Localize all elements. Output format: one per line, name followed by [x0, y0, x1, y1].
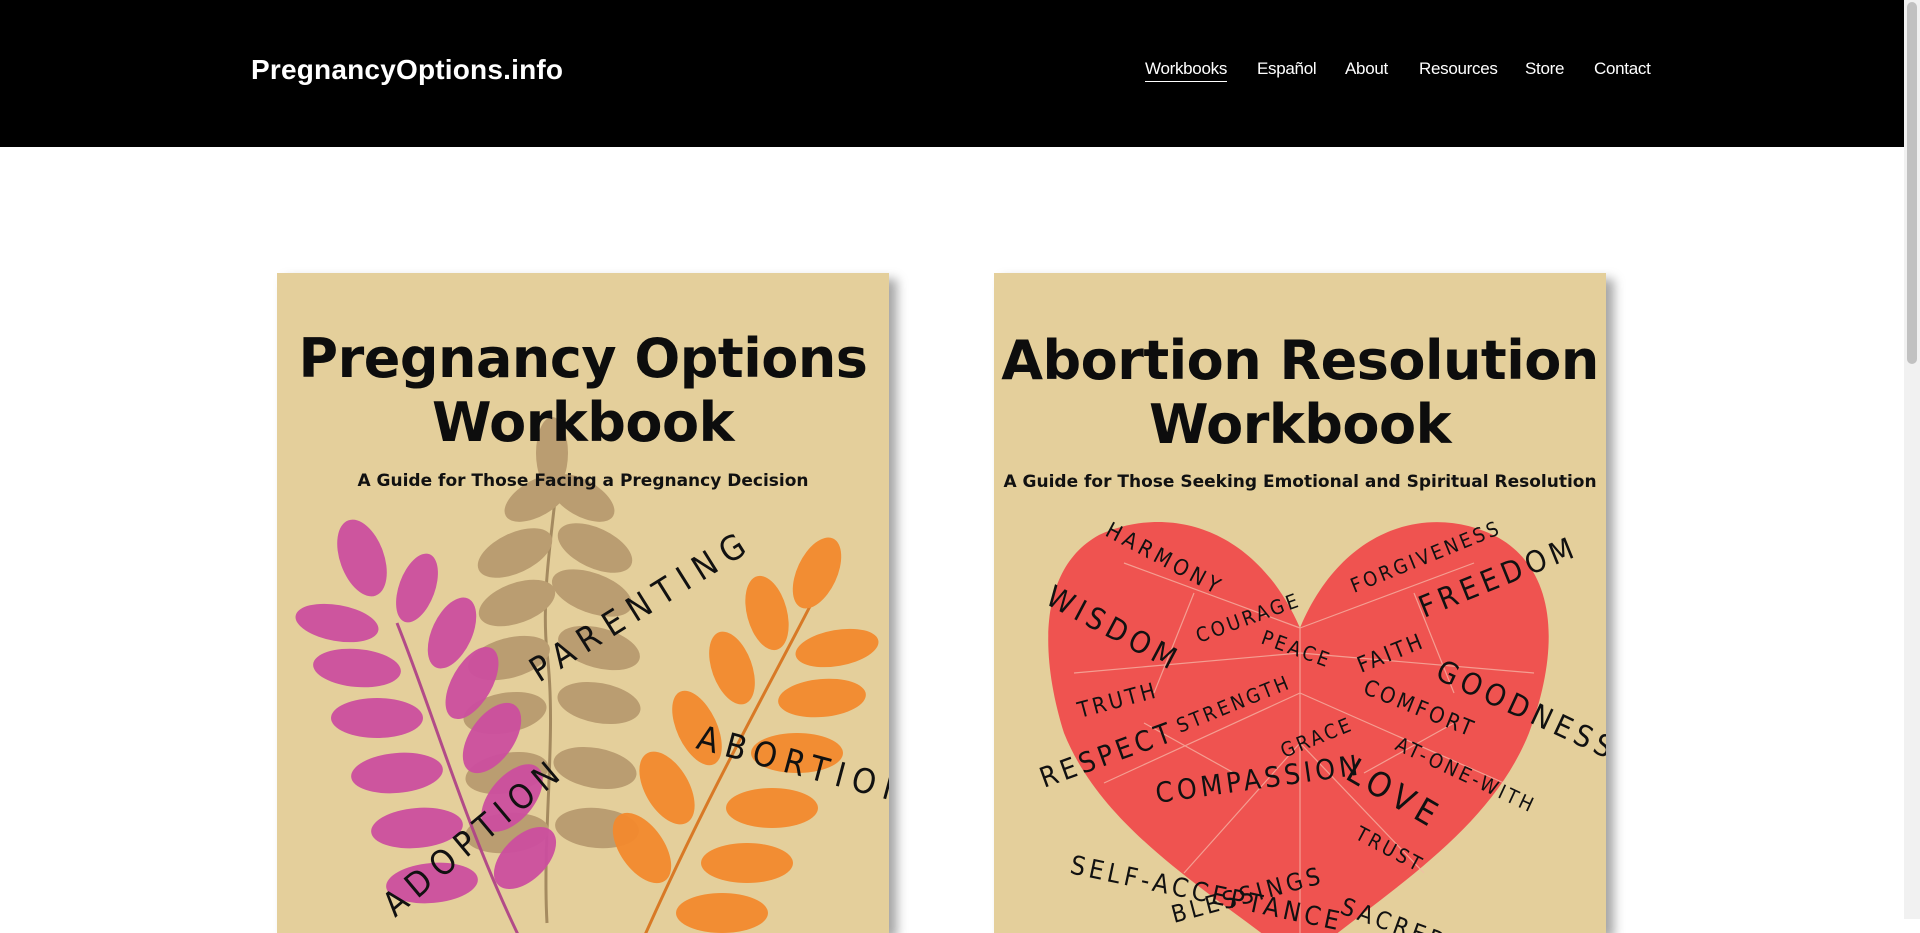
nav-store[interactable]: Store — [1525, 59, 1564, 79]
site-header: PregnancyOptions.info Workbooks Español … — [0, 0, 1904, 147]
cover-word: SACRED — [1337, 892, 1453, 933]
book-subtitle: A Guide for Those Seeking Emotional and … — [1003, 472, 1597, 492]
book-title-line1: Pregnancy Options — [298, 327, 868, 390]
pregnancy-options-workbook-cover[interactable]: PARENTING ABORTION ADOPTION Pregnancy Op… — [277, 273, 889, 933]
nav-resources[interactable]: Resources — [1419, 59, 1498, 79]
scrollbar-thumb[interactable] — [1907, 2, 1917, 364]
nav-espanol[interactable]: Español — [1257, 59, 1317, 79]
book-title-line2: Workbook — [431, 391, 735, 454]
vertical-scrollbar[interactable] — [1904, 0, 1920, 919]
nav-contact[interactable]: Contact — [1594, 59, 1651, 79]
nav-workbooks[interactable]: Workbooks — [1145, 59, 1227, 82]
site-title-link[interactable]: PregnancyOptions.info — [251, 54, 563, 86]
nav-about[interactable]: About — [1345, 59, 1388, 79]
abortion-resolution-workbook-cover[interactable]: HARMONY FORGIVENESS WISDOM COURAGE FREED… — [994, 273, 1606, 933]
book-title-line2: Workbook — [1148, 393, 1452, 456]
book-subtitle: A Guide for Those Facing a Pregnancy Dec… — [357, 471, 809, 491]
book-title-line1: Abortion Resolution — [1001, 329, 1599, 392]
